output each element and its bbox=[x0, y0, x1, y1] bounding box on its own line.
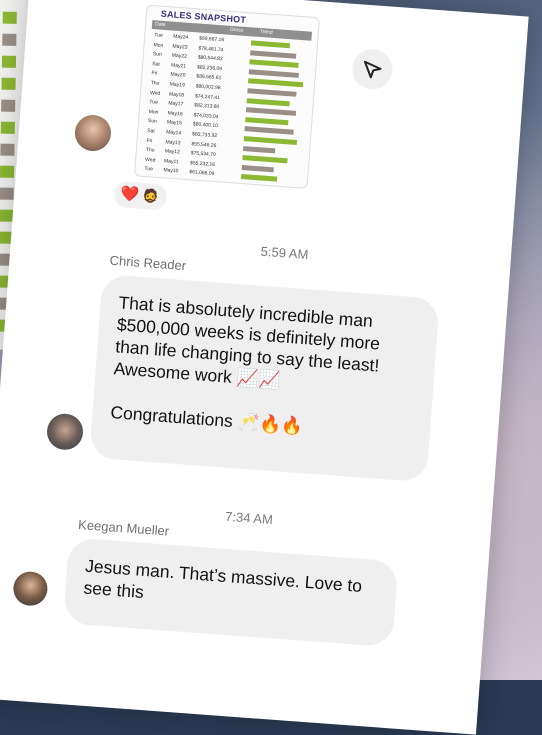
snapshot-date: May17 bbox=[168, 100, 184, 108]
snapshot-amount: $55,232.16 bbox=[189, 160, 216, 168]
snapshot-amount: $78,461.74 bbox=[198, 45, 224, 53]
snapshot-amount: $80,002.98 bbox=[195, 83, 221, 92]
snapshot-day: Thu bbox=[150, 80, 160, 87]
snapshot-amount: $75,534.70 bbox=[190, 150, 216, 159]
chat-screen: SALES SNAPSHOT Date Gross Trend Tue May24… bbox=[0, 0, 529, 735]
snapshot-date: May12 bbox=[164, 148, 180, 156]
snapshot-header-gross: Gross bbox=[229, 26, 244, 34]
background-bar bbox=[2, 33, 17, 46]
snapshot-date: May24 bbox=[173, 33, 189, 41]
snapshot-amount: $83,733.92 bbox=[191, 131, 218, 140]
background-bar bbox=[0, 121, 15, 134]
snapshot-day: Tue bbox=[144, 166, 154, 173]
snapshot-amount: $82,236.09 bbox=[196, 64, 223, 73]
snapshot-trend-bar bbox=[245, 116, 289, 126]
snapshot-date: May11 bbox=[163, 158, 179, 166]
snapshot-date: May22 bbox=[171, 52, 188, 60]
snapshot-trend-bar bbox=[250, 49, 296, 59]
snapshot-day: Tue bbox=[149, 99, 159, 106]
snapshot-trend-bar bbox=[243, 145, 275, 153]
sender-name: Chris Reader bbox=[109, 252, 187, 274]
background-bar bbox=[0, 165, 15, 178]
snapshot-amount: $82,313.80 bbox=[194, 102, 220, 111]
snapshot-day: Wed bbox=[144, 156, 156, 164]
avatar-reaction-icon: 🧔 bbox=[141, 187, 160, 204]
snapshot-trend-bar bbox=[250, 40, 290, 49]
snapshot-trend-bar bbox=[240, 174, 278, 183]
snapshot-day: Tue bbox=[154, 32, 163, 39]
snapshot-day: Sat bbox=[151, 60, 160, 68]
snapshot-amount: $61,066.09 bbox=[189, 169, 215, 178]
shared-image[interactable]: SALES SNAPSHOT Date Gross Trend Tue May24… bbox=[133, 4, 321, 189]
snapshot-amount: $69,667.16 bbox=[198, 35, 225, 44]
snapshot-date: May10 bbox=[163, 167, 179, 175]
reactions-pill[interactable]: ❤️ 🧔 bbox=[111, 178, 170, 213]
snapshot-date: May15 bbox=[166, 119, 183, 127]
snapshot-day: Fri bbox=[146, 137, 153, 144]
avatar[interactable] bbox=[45, 412, 85, 452]
snapshot-date: May13 bbox=[165, 138, 181, 147]
send-arrow-icon bbox=[363, 60, 382, 79]
message-text: Congratulations 🥂🔥🔥 bbox=[109, 402, 304, 437]
message-bubble[interactable]: That is absolutely incredible man $500,0… bbox=[89, 274, 440, 483]
snapshot-amount: $74,033.04 bbox=[193, 112, 219, 120]
snapshot-day: Sun bbox=[152, 51, 162, 59]
snapshot-date: May20 bbox=[170, 71, 186, 80]
timestamp: 7:34 AM bbox=[224, 508, 274, 528]
snapshot-amount: $80,544.82 bbox=[197, 54, 223, 63]
snapshot-header-trend: Trend bbox=[259, 28, 273, 36]
snapshot-day: Mon bbox=[153, 41, 164, 49]
snapshot-amount: $86,565.61 bbox=[196, 73, 222, 82]
snapshot-header-date: Date bbox=[154, 21, 166, 29]
share-button[interactable] bbox=[350, 47, 394, 91]
background-bar bbox=[1, 77, 16, 90]
snapshot-day: Thu bbox=[145, 147, 155, 154]
snapshot-day: Sun bbox=[147, 118, 158, 126]
background-bar bbox=[1, 99, 16, 112]
message-bubble[interactable]: Jesus man. That’s massive. Love to see t… bbox=[62, 537, 399, 648]
snapshot-date: May14 bbox=[165, 129, 182, 137]
heart-reaction-icon: ❤️ bbox=[119, 185, 140, 204]
snapshot-date: May21 bbox=[170, 62, 187, 70]
snapshot-day: Sat bbox=[147, 128, 155, 135]
snapshot-date: May23 bbox=[172, 43, 188, 51]
background-bar bbox=[2, 11, 17, 24]
avatar[interactable] bbox=[12, 570, 49, 607]
timestamp: 5:59 AM bbox=[260, 243, 309, 263]
snapshot-trend-bar bbox=[246, 97, 291, 106]
snapshot-date: May18 bbox=[168, 91, 185, 99]
background-bar bbox=[1, 55, 17, 68]
snapshot-day: Wed bbox=[149, 89, 161, 97]
snapshot-trend-bar bbox=[242, 155, 288, 164]
snapshot-date: May16 bbox=[167, 110, 183, 118]
background-bar bbox=[0, 187, 14, 200]
snapshot-trend-bar bbox=[241, 164, 274, 173]
background-bar bbox=[0, 143, 15, 156]
sender-name: Keegan Mueller bbox=[77, 517, 170, 539]
message-text: That is absolutely incredible man $500,0… bbox=[113, 292, 386, 391]
snapshot-date: May19 bbox=[169, 81, 185, 89]
snapshot-amount: $74,247.41 bbox=[194, 92, 221, 101]
message-text: Jesus man. That’s massive. Love to see t… bbox=[82, 555, 368, 602]
snapshot-day: Fri bbox=[151, 70, 158, 77]
snapshot-day: Mon bbox=[148, 108, 159, 116]
snapshot-amount: $80,400.10 bbox=[192, 121, 219, 130]
avatar[interactable] bbox=[73, 113, 113, 153]
snapshot-amount: $55,546.26 bbox=[191, 140, 217, 149]
